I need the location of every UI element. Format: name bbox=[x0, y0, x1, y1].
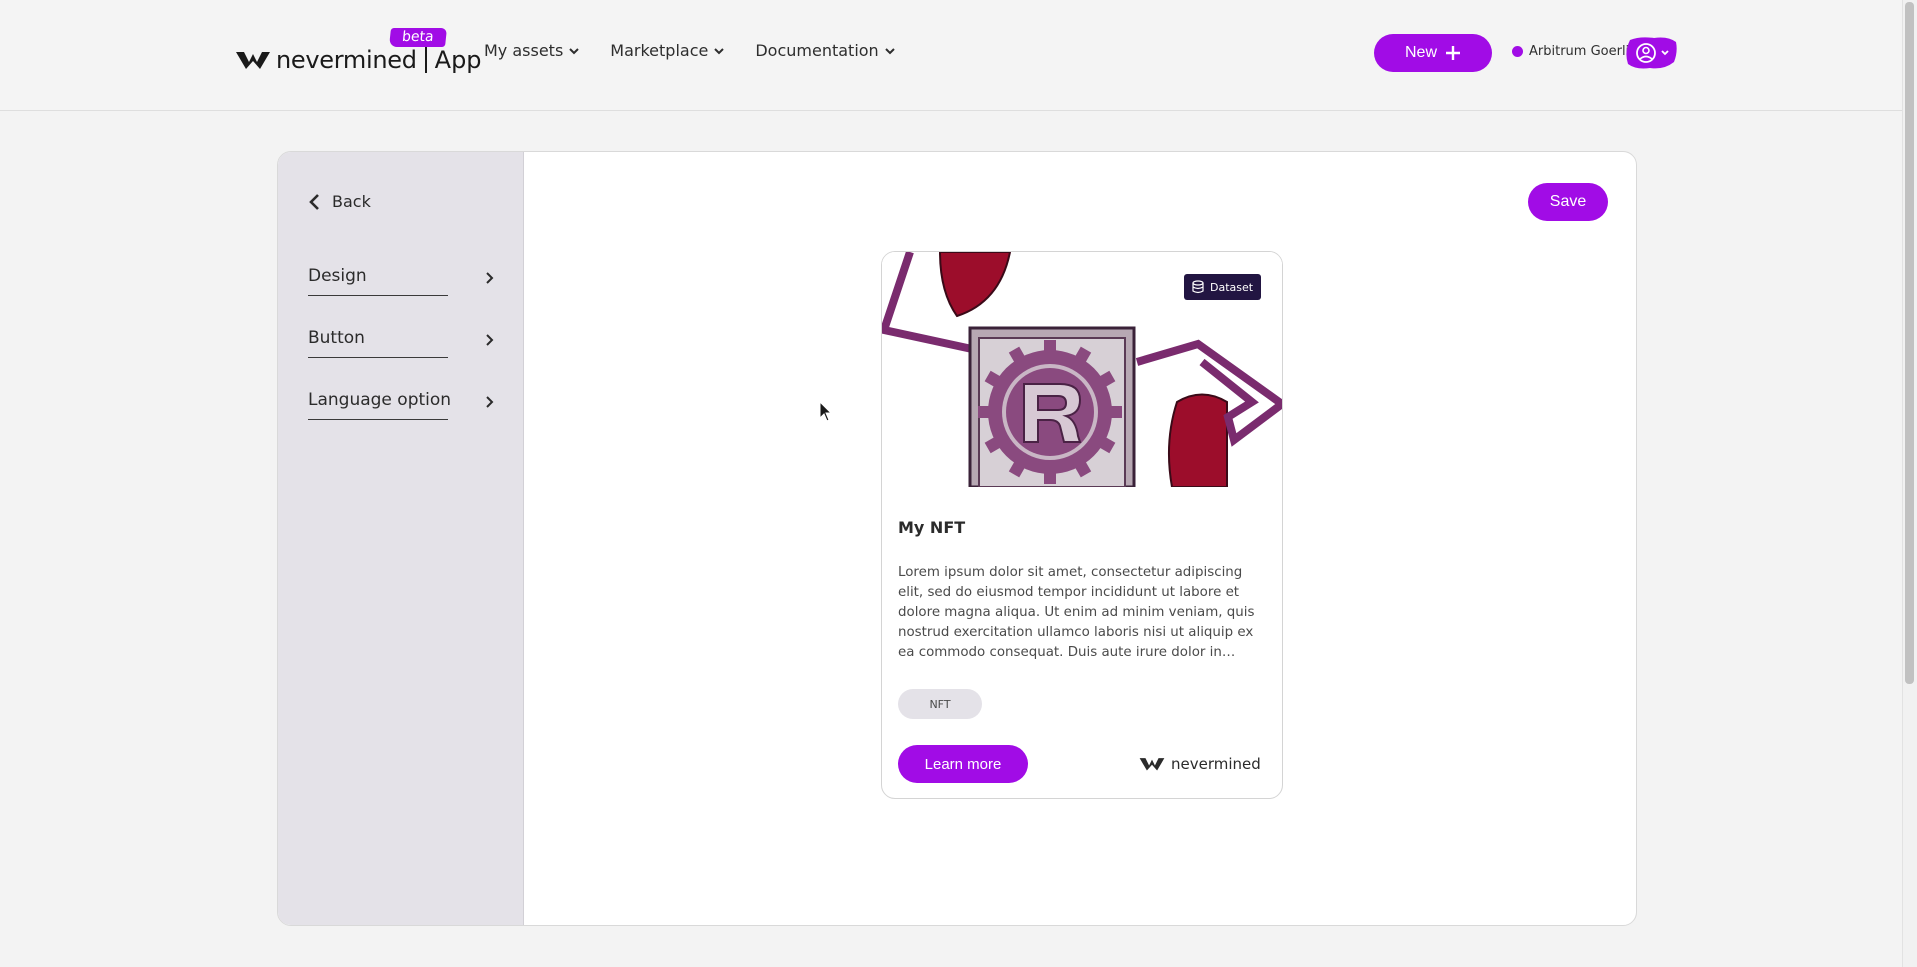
beta-badge: beta bbox=[389, 28, 447, 47]
sidebar-item-language-option[interactable]: Language option bbox=[308, 380, 494, 420]
sidebar-item-label: Language option bbox=[308, 390, 452, 410]
nav-my-assets-label: My assets bbox=[484, 41, 564, 60]
chevron-down-icon bbox=[884, 47, 895, 54]
user-circle-icon bbox=[1626, 37, 1677, 69]
card-brand: nevermined bbox=[1139, 755, 1261, 773]
network-label: Arbitrum Goerli bbox=[1529, 44, 1630, 59]
app-logo[interactable]: nevermined App bbox=[236, 40, 482, 80]
sidebar-item-button[interactable]: Button bbox=[308, 318, 494, 358]
nft-preview-card: Dataset My NFT Lorem ipsum dolor sit ame… bbox=[881, 251, 1283, 799]
new-button[interactable]: New bbox=[1374, 34, 1492, 72]
network-selector[interactable]: Arbitrum Goerli bbox=[1512, 44, 1629, 59]
nav-marketplace-label: Marketplace bbox=[610, 41, 709, 60]
logo-separator bbox=[424, 47, 427, 73]
sidebar-item-label: Button bbox=[308, 328, 365, 348]
card-brand-name: nevermined bbox=[1171, 755, 1261, 773]
back-button[interactable]: Back bbox=[308, 192, 371, 211]
chevron-right-icon bbox=[486, 272, 494, 284]
chevron-right-icon bbox=[486, 334, 494, 346]
sidebar-item-label: Design bbox=[308, 266, 367, 286]
sidebar-item-design[interactable]: Design bbox=[308, 256, 494, 296]
database-icon bbox=[1192, 280, 1204, 294]
app-name: App bbox=[434, 46, 482, 74]
nft-tag: NFT bbox=[898, 689, 982, 719]
editor-panel: Back Design Button Language option Save bbox=[277, 151, 1637, 926]
new-button-label: New bbox=[1404, 44, 1437, 61]
sidebar-item-divider bbox=[308, 419, 448, 420]
nav-marketplace[interactable]: Marketplace bbox=[610, 41, 725, 60]
chevron-right-icon bbox=[486, 396, 494, 408]
nav-documentation[interactable]: Documentation bbox=[755, 41, 895, 60]
card-description: Lorem ipsum dolor sit amet, consectetur … bbox=[898, 565, 1255, 660]
nevermined-logo-icon bbox=[236, 52, 270, 69]
network-status-dot bbox=[1512, 46, 1523, 57]
mouse-cursor-icon bbox=[819, 401, 833, 422]
chevron-down-icon bbox=[569, 47, 580, 54]
learn-more-button[interactable]: Learn more bbox=[898, 745, 1028, 783]
main-nav: My assets Marketplace Documentation bbox=[484, 41, 896, 60]
user-menu-button[interactable] bbox=[1624, 34, 1678, 72]
nav-my-assets[interactable]: My assets bbox=[484, 41, 580, 60]
sidebar-item-divider bbox=[308, 357, 448, 358]
card-title: My NFT bbox=[898, 518, 966, 537]
nevermined-logo-icon bbox=[1139, 758, 1165, 771]
settings-sidebar: Back Design Button Language option bbox=[278, 152, 524, 925]
nav-documentation-label: Documentation bbox=[755, 41, 879, 60]
nft-image: Dataset bbox=[882, 252, 1282, 489]
top-header: nevermined App beta My assets Marketplac… bbox=[0, 0, 1917, 111]
brand-name: nevermined bbox=[276, 46, 417, 74]
dataset-badge: Dataset bbox=[1184, 274, 1262, 300]
chevron-down-icon bbox=[714, 47, 725, 54]
sidebar-item-divider bbox=[308, 295, 448, 296]
save-button[interactable]: Save bbox=[1528, 183, 1608, 221]
dataset-badge-label: Dataset bbox=[1210, 280, 1254, 294]
chevron-left-icon bbox=[309, 193, 319, 210]
plus-icon bbox=[1446, 46, 1460, 60]
page-scrollbar-thumb[interactable] bbox=[1905, 2, 1914, 684]
back-label: Back bbox=[332, 192, 371, 211]
